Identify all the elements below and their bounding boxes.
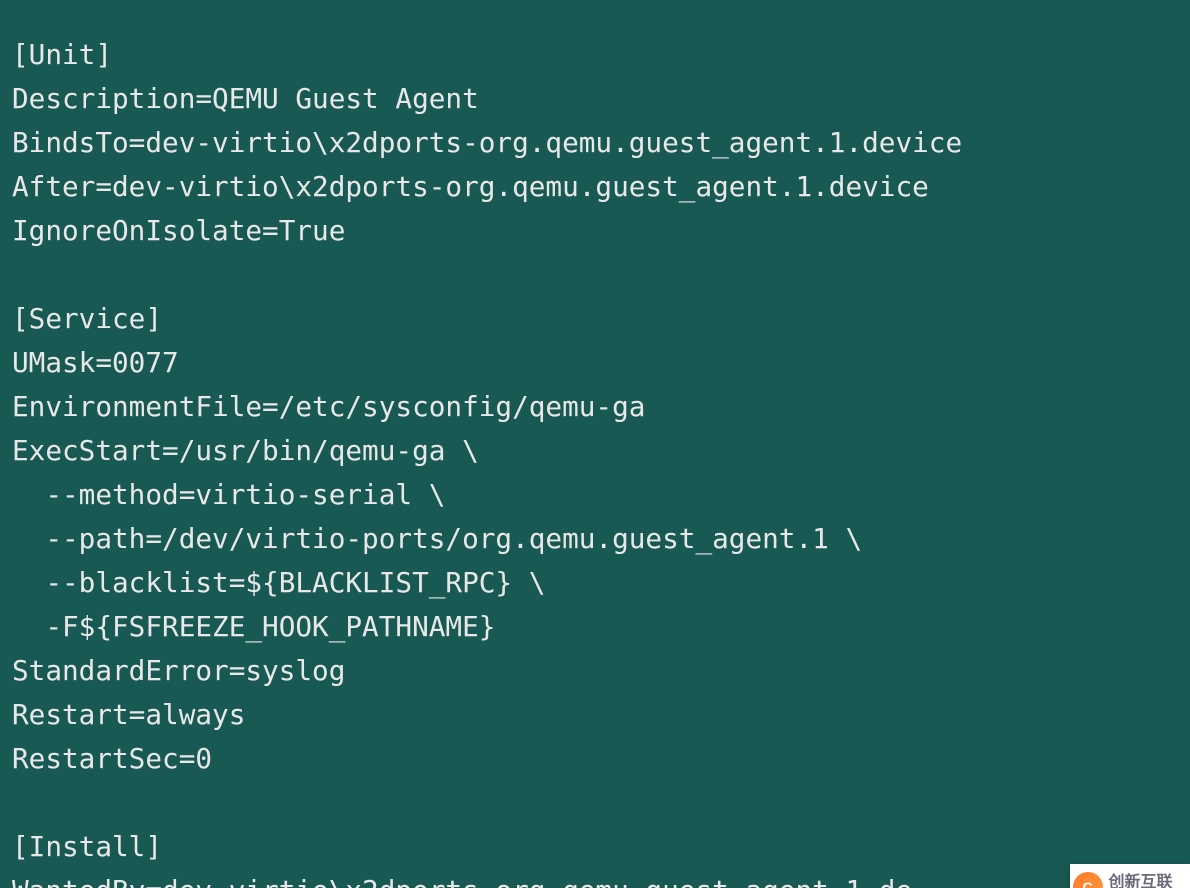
watermark-badge: C 创新互联 CHUANG XIN HU LIAN [1070,864,1190,888]
watermark-text: 创新互联 CHUANG XIN HU LIAN [1109,875,1188,888]
systemd-unit-file-content: [Unit] Description=QEMU Guest Agent Bind… [0,28,1190,888]
watermark-chinese-text: 创新互联 [1109,875,1188,888]
watermark-logo-icon: C [1073,872,1103,888]
